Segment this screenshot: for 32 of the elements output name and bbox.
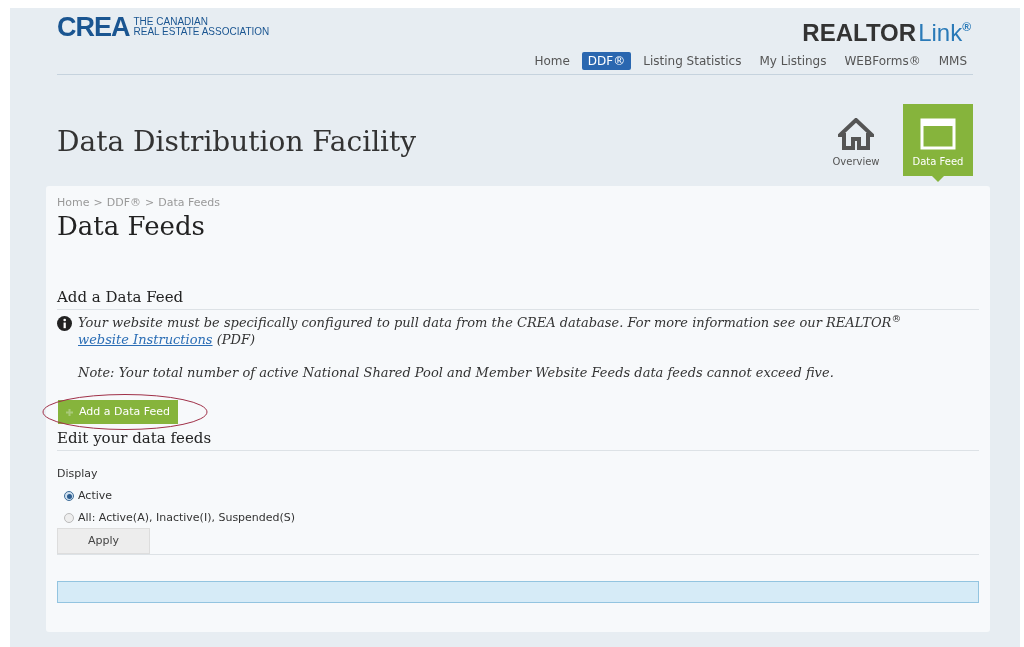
- section-tab[interactable]: Overview: [821, 104, 891, 176]
- nav-link[interactable]: WEBForms®: [838, 52, 927, 70]
- logo-text: REAL ESTATE ASSOCIATION: [133, 26, 270, 36]
- breadcrumb-separator: >: [93, 196, 103, 210]
- apply-button[interactable]: Apply: [57, 528, 150, 555]
- radio-button[interactable]: [64, 491, 74, 501]
- info-text: Your website must be specifically configured to pull data from the CREA database. For more information see our REALTOR$^{®}$ website Instructions (PDF): [78, 314, 903, 348]
- display-label: Display: [57, 467, 99, 481]
- nav-link[interactable]: MMS: [932, 52, 973, 70]
- radio-label: All: Active(A), Inactive(I), Suspended(S): [78, 511, 296, 525]
- nav-link[interactable]: DDF®: [581, 52, 632, 70]
- page-title: Data Distribution Facility: [57, 124, 417, 160]
- nav-link[interactable]: Home: [528, 52, 576, 70]
- instructions-link[interactable]: website Instructions: [78, 332, 213, 347]
- brand-logo-text: REALTOR: [802, 20, 917, 46]
- breadcrumb-separator: >: [145, 196, 155, 210]
- note-text: Note: Your total number of active National Shared Pool and Member Website Feeds data feeds cannot exceed five.: [78, 364, 835, 381]
- section-heading: Data Feeds: [57, 210, 206, 242]
- radio-label: Active: [78, 489, 113, 503]
- registered-mark: ®: [962, 20, 971, 34]
- logo-text: THE CANADIAN: [133, 16, 208, 26]
- subsection-title: Add a Data Feed: [57, 287, 979, 310]
- info-icon: [57, 316, 72, 331]
- subsection-title: Edit your data feeds: [57, 428, 979, 451]
- plus-icon: [66, 408, 73, 416]
- home-icon: [838, 118, 874, 150]
- window-icon: [920, 118, 956, 150]
- radio-button[interactable]: [64, 513, 74, 523]
- crea-logo-mark: CREA: [57, 14, 130, 41]
- nav-link[interactable]: Listing Statistics: [637, 52, 748, 70]
- nav-link[interactable]: My Listings: [753, 52, 833, 70]
- brand-logo-text: Link: [918, 20, 963, 46]
